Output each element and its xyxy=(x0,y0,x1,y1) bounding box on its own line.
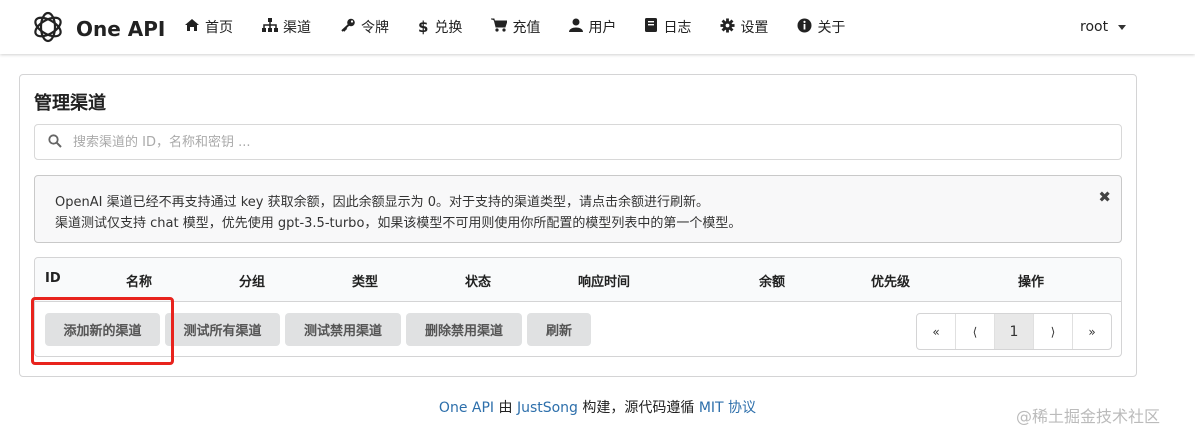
watermark: @稀土掘金技术社区 xyxy=(1016,407,1161,426)
column-header-id[interactable]: ID xyxy=(45,271,61,286)
page-1-button[interactable]: 1 xyxy=(995,314,1034,349)
nav-item-label: 用户 xyxy=(588,20,617,36)
prev-page-button[interactable]: ⟨ xyxy=(956,314,995,349)
column-header-type[interactable]: 类型 xyxy=(352,271,378,290)
nav-item-label: 充值 xyxy=(512,20,541,36)
brand-name: One API xyxy=(76,17,166,41)
gear-icon xyxy=(720,17,740,37)
nav-item-label: 首页 xyxy=(205,20,233,36)
nav-item-label: 渠道 xyxy=(283,20,311,36)
nav-item-users[interactable]: 用户 xyxy=(569,17,616,37)
table-header: ID 名称 分组 类型 状态 响应时间 余额 优先级 操作 xyxy=(35,258,1121,302)
column-header-name[interactable]: 名称 xyxy=(126,271,152,290)
channels-table: ID 名称 分组 类型 状态 响应时间 余额 优先级 操作 添加新的渠道 测试所… xyxy=(34,257,1122,357)
home-icon xyxy=(184,18,205,36)
nav-item-channels[interactable]: 渠道 xyxy=(262,17,311,37)
notice-line-2: 渠道测试仅支持 chat 模型，优先使用 gpt-3.5-turbo，如果该模型… xyxy=(55,216,742,231)
column-header-actions[interactable]: 操作 xyxy=(1018,271,1044,290)
nav-item-about[interactable]: 关于 xyxy=(797,17,845,37)
last-page-button[interactable]: » xyxy=(1073,314,1111,349)
column-header-response-time[interactable]: 响应时间 xyxy=(578,271,630,290)
top-navbar: One API 首页 渠道 令牌 $ 兑换 充值 用户 日志 设置 关于 roo… xyxy=(0,0,1195,54)
column-header-status[interactable]: 状态 xyxy=(465,271,491,290)
first-page-button[interactable]: « xyxy=(917,314,956,349)
user-menu[interactable]: root xyxy=(1080,19,1127,35)
nav-item-tokens[interactable]: 令牌 xyxy=(340,17,389,37)
footer-text-by: 由 xyxy=(494,400,517,416)
nav-item-label: 关于 xyxy=(817,20,846,36)
user-icon xyxy=(569,18,588,36)
search-input[interactable] xyxy=(71,133,1075,151)
search-box xyxy=(34,124,1122,160)
nav-item-settings[interactable]: 设置 xyxy=(720,17,768,37)
page-title: 管理渠道 xyxy=(34,93,106,114)
refresh-button[interactable]: 刷新 xyxy=(527,313,591,346)
dollar-icon: $ xyxy=(418,18,429,36)
nav-item-logs[interactable]: 日志 xyxy=(645,17,691,37)
column-header-group[interactable]: 分组 xyxy=(239,271,265,290)
nav-item-redeem[interactable]: $ 兑换 xyxy=(418,17,462,37)
footer-license-link[interactable]: MIT 协议 xyxy=(699,400,756,416)
nav-item-label: 设置 xyxy=(740,20,769,36)
footer-brand-link[interactable]: One API xyxy=(439,400,494,416)
search-icon xyxy=(35,133,62,152)
username: root xyxy=(1080,19,1109,35)
pagination: « ⟨ 1 ⟩ » xyxy=(916,313,1112,350)
book-icon xyxy=(645,18,663,36)
nav-item-topup[interactable]: 充值 xyxy=(491,17,540,37)
cart-icon xyxy=(491,18,512,36)
nav-item-label: 日志 xyxy=(663,20,692,36)
test-disabled-channels-button[interactable]: 测试禁用渠道 xyxy=(285,313,401,346)
notice-line-1: OpenAI 渠道已经不再支持通过 key 获取余额，因此余额显示为 0。对于支… xyxy=(55,195,710,210)
info-notice: OpenAI 渠道已经不再支持通过 key 获取余额，因此余额显示为 0。对于支… xyxy=(34,175,1122,243)
test-all-channels-button[interactable]: 测试所有渠道 xyxy=(165,313,280,346)
nav-item-label: 兑换 xyxy=(434,20,463,36)
main-menu: 首页 渠道 令牌 $ 兑换 充值 用户 日志 设置 关于 xyxy=(184,0,874,54)
column-header-priority[interactable]: 优先级 xyxy=(871,271,910,290)
next-page-button[interactable]: ⟩ xyxy=(1034,314,1073,349)
channels-card: 管理渠道 OpenAI 渠道已经不再支持通过 key 获取余额，因此余额显示为 … xyxy=(19,74,1137,377)
highlight-annotation xyxy=(31,297,174,365)
close-icon[interactable]: ✖ xyxy=(1098,188,1111,206)
nav-item-home[interactable]: 首页 xyxy=(184,17,233,37)
sitemap-icon xyxy=(262,18,283,36)
column-header-balance[interactable]: 余额 xyxy=(759,271,785,290)
nav-item-label: 令牌 xyxy=(361,20,389,36)
info-icon xyxy=(797,18,817,37)
key-icon xyxy=(340,18,361,36)
footer-text-build: 构建，源代码遵循 xyxy=(577,400,699,416)
footer-author-link[interactable]: JustSong xyxy=(517,400,578,416)
brand[interactable]: One API xyxy=(30,9,165,49)
delete-disabled-channels-button[interactable]: 删除禁用渠道 xyxy=(406,313,522,346)
openai-logo-icon xyxy=(30,9,66,49)
caret-down-icon xyxy=(1118,24,1127,30)
